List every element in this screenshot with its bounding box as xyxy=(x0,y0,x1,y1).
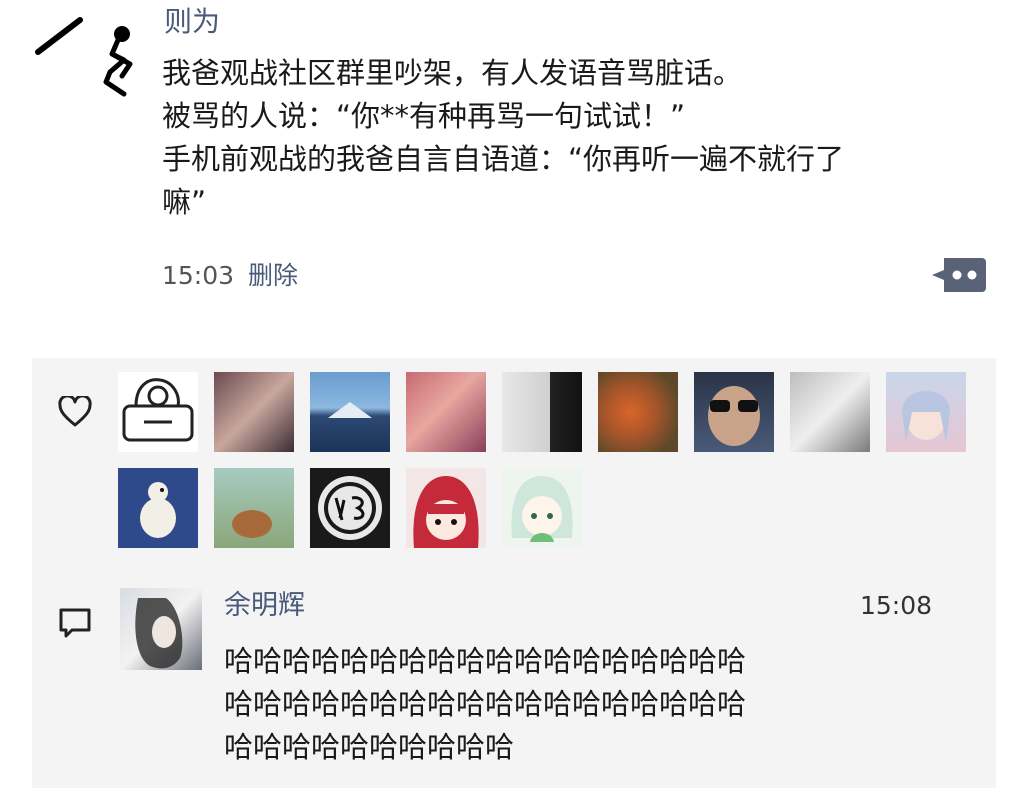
liker-avatar-cartoon-outdoor[interactable] xyxy=(214,468,294,548)
delete-button[interactable]: 删除 xyxy=(248,261,298,290)
comment-time: 15:08 xyxy=(860,591,933,620)
post-meta: 15:03 删除 xyxy=(162,258,298,294)
comment-icon xyxy=(58,606,92,640)
commenter-name[interactable]: 余明辉 xyxy=(224,588,305,624)
liker-avatar-anime-red-hair[interactable] xyxy=(406,468,486,548)
liker-avatar-fat-logo[interactable] xyxy=(310,468,390,548)
more-dots-icon xyxy=(932,258,986,292)
comment-line: 哈哈哈哈哈哈哈哈哈哈哈哈哈哈哈哈哈哈 xyxy=(224,687,747,721)
liker-avatar-grey-figure[interactable] xyxy=(502,372,582,452)
liker-avatar-pink-portrait[interactable] xyxy=(406,372,486,452)
post-time: 15:03 xyxy=(162,261,235,290)
liker-avatar-blue-penguin[interactable] xyxy=(118,468,198,548)
comment-line: 哈哈哈哈哈哈哈哈哈哈哈哈哈哈哈哈哈哈 xyxy=(224,644,747,678)
post-line: 手机前观战的我爸自言自语道：“你再听一遍不就行了 xyxy=(162,142,845,176)
liker-avatar-blurred-photo[interactable] xyxy=(214,372,294,452)
comment-text[interactable]: 哈哈哈哈哈哈哈哈哈哈哈哈哈哈哈哈哈哈 哈哈哈哈哈哈哈哈哈哈哈哈哈哈哈哈哈哈 哈哈… xyxy=(224,640,944,769)
liker-avatar-anime-blue-hair[interactable] xyxy=(886,372,966,452)
poster-name[interactable]: 则为 xyxy=(164,4,220,40)
post-line: 嘛” xyxy=(162,185,207,219)
heart-icon xyxy=(58,394,92,428)
poster-avatar[interactable] xyxy=(34,16,146,104)
liker-avatar-anime-green-hair[interactable] xyxy=(502,468,582,548)
liker-avatar-grey-figure-2[interactable] xyxy=(790,372,870,452)
liker-avatar-sketch-armchair[interactable] xyxy=(118,372,198,452)
liker-avatar-autumn-leaves[interactable] xyxy=(598,372,678,452)
liker-avatar-mountain-lake[interactable] xyxy=(310,372,390,452)
post-line: 被骂的人说：“你**有种再骂一句试试！” xyxy=(162,99,686,133)
commenter-avatar[interactable] xyxy=(120,588,202,670)
comment-line: 哈哈哈哈哈哈哈哈哈哈 xyxy=(224,730,515,764)
comment-menu-button[interactable] xyxy=(930,256,986,294)
liker-avatar-sunglasses-man[interactable] xyxy=(694,372,774,452)
post-text: 我爸观战社区群里吵架，有人发语音骂脏话。 被骂的人说：“你**有种再骂一句试试！… xyxy=(162,52,962,224)
post-line: 我爸观战社区群里吵架，有人发语音骂脏话。 xyxy=(162,56,743,90)
